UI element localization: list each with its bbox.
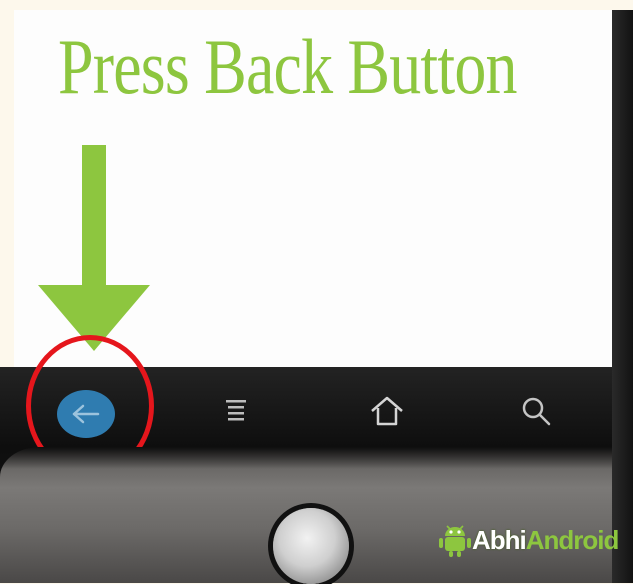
page-top-strip — [0, 0, 633, 10]
instruction-caption: Press Back Button — [58, 23, 517, 110]
search-button[interactable] — [514, 389, 558, 433]
pointer-arrow-shaft — [82, 145, 106, 305]
hardware-home-key[interactable] — [273, 508, 349, 584]
home-icon — [371, 396, 403, 426]
android-robot-icon — [439, 525, 471, 557]
search-icon — [522, 397, 551, 426]
home-button[interactable] — [365, 389, 409, 433]
page-left-strip — [0, 0, 14, 367]
menu-icon — [226, 400, 246, 421]
logo-text-abhi: Abhi — [472, 525, 527, 555]
logo-text-android: Android — [525, 525, 620, 555]
menu-button[interactable] — [214, 389, 258, 433]
phone-chin-shadow — [0, 447, 612, 469]
abhiandroid-logo: Abhi Android — [438, 520, 620, 560]
phone-right-edge — [612, 0, 633, 583]
